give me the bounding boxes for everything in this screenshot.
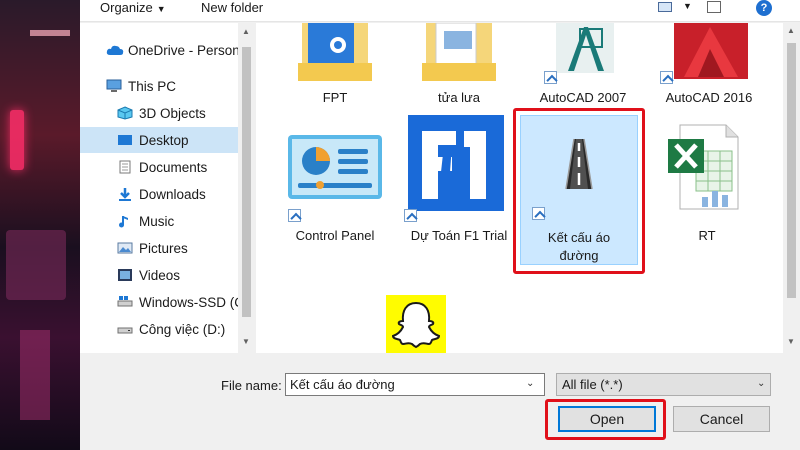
view-options-icon[interactable] <box>658 2 672 12</box>
shortcut-arrow-icon <box>404 209 417 222</box>
organize-button[interactable]: Organize ▼ <box>100 0 166 18</box>
open-file-dialog: Organize ▼ New folder ▼ ? OneDrive - Pers… <box>80 0 800 450</box>
chevron-down-icon: ▼ <box>156 4 166 14</box>
chevron-down-icon[interactable]: ▼ <box>683 1 692 11</box>
cancel-button[interactable]: Cancel <box>673 406 770 432</box>
preview-pane-icon[interactable] <box>707 1 721 13</box>
video-icon <box>117 268 133 282</box>
pictures-icon <box>117 241 133 255</box>
file-item-snapchat[interactable] <box>364 271 482 353</box>
nav-item-pictures[interactable]: Pictures <box>80 235 238 261</box>
help-icon[interactable]: ? <box>756 0 772 16</box>
file-item-tua-lua[interactable]: tửa lưa <box>400 22 518 113</box>
desktop-icon <box>117 133 133 147</box>
shortcut-arrow-icon <box>544 71 557 84</box>
navigation-pane: OneDrive - Person This PC 3D Objects Des… <box>80 23 255 353</box>
scrollbar-thumb[interactable] <box>787 43 796 298</box>
drive-icon <box>117 295 133 309</box>
folder-icon <box>280 23 390 83</box>
snapchat-icon <box>386 295 446 353</box>
desktop-wallpaper <box>0 0 80 450</box>
nav-item-videos[interactable]: Videos <box>80 262 238 288</box>
scrollbar-thumb[interactable] <box>242 47 251 317</box>
file-type-select[interactable]: All file (*.*) <box>556 373 771 396</box>
shortcut-arrow-icon <box>288 209 301 222</box>
download-icon <box>117 187 133 201</box>
nav-item-downloads[interactable]: Downloads <box>80 181 238 207</box>
file-item-fpt[interactable]: FPT <box>276 23 394 113</box>
file-item-control-panel[interactable]: Control Panel <box>276 115 394 265</box>
cloud-icon <box>106 43 124 57</box>
file-item-rt[interactable]: RT <box>648 115 766 265</box>
file-name-input[interactable] <box>285 373 545 396</box>
file-list: FPT tửa lưa AutoCAD 2007 AutoCAD 2016 Co… <box>256 22 800 353</box>
chevron-down-icon[interactable]: ⌄ <box>526 378 534 389</box>
scroll-up-icon[interactable]: ▲ <box>787 26 795 35</box>
f1-icon <box>404 115 514 211</box>
excel-icon <box>652 121 762 217</box>
scroll-up-icon[interactable]: ▲ <box>242 27 250 36</box>
file-item-autocad-2007[interactable]: AutoCAD 2007 <box>524 23 642 113</box>
cube-icon <box>117 106 133 120</box>
new-folder-button[interactable]: New folder <box>201 0 263 18</box>
folder-icon <box>404 22 514 83</box>
file-item-du-toan-f1[interactable]: Dự Toán F1 Trial <box>400 115 518 265</box>
file-item-autocad-2016[interactable]: AutoCAD 2016 <box>650 23 768 113</box>
nav-item-windows-ssd[interactable]: Windows-SSD (C <box>80 289 238 315</box>
file-list-scrollbar[interactable]: ▲ ▼ <box>783 23 800 353</box>
nav-scrollbar[interactable]: ▲ ▼ <box>238 23 255 353</box>
nav-item-music[interactable]: Music <box>80 208 238 234</box>
scroll-down-icon[interactable]: ▼ <box>242 337 250 346</box>
toolbar: Organize ▼ New folder ▼ ? <box>80 0 800 22</box>
music-icon <box>117 214 133 228</box>
nav-item-this-pc[interactable]: This PC <box>80 73 238 99</box>
drive-icon <box>117 322 133 336</box>
nav-item-3d-objects[interactable]: 3D Objects <box>80 100 238 126</box>
highlight-annotation <box>513 108 645 274</box>
file-name-label: File name: <box>221 378 282 393</box>
scroll-down-icon[interactable]: ▼ <box>787 337 795 346</box>
shortcut-arrow-icon <box>660 71 673 84</box>
computer-icon <box>106 79 122 93</box>
nav-item-documents[interactable]: Documents <box>80 154 238 180</box>
chevron-down-icon[interactable]: ⌄ <box>757 378 765 389</box>
nav-item-onedrive[interactable]: OneDrive - Person <box>80 37 238 63</box>
document-icon <box>117 160 133 174</box>
nav-item-desktop[interactable]: Desktop <box>80 127 238 153</box>
nav-item-cong-viec[interactable]: Công việc (D:) <box>80 316 238 342</box>
highlight-annotation <box>545 399 666 440</box>
